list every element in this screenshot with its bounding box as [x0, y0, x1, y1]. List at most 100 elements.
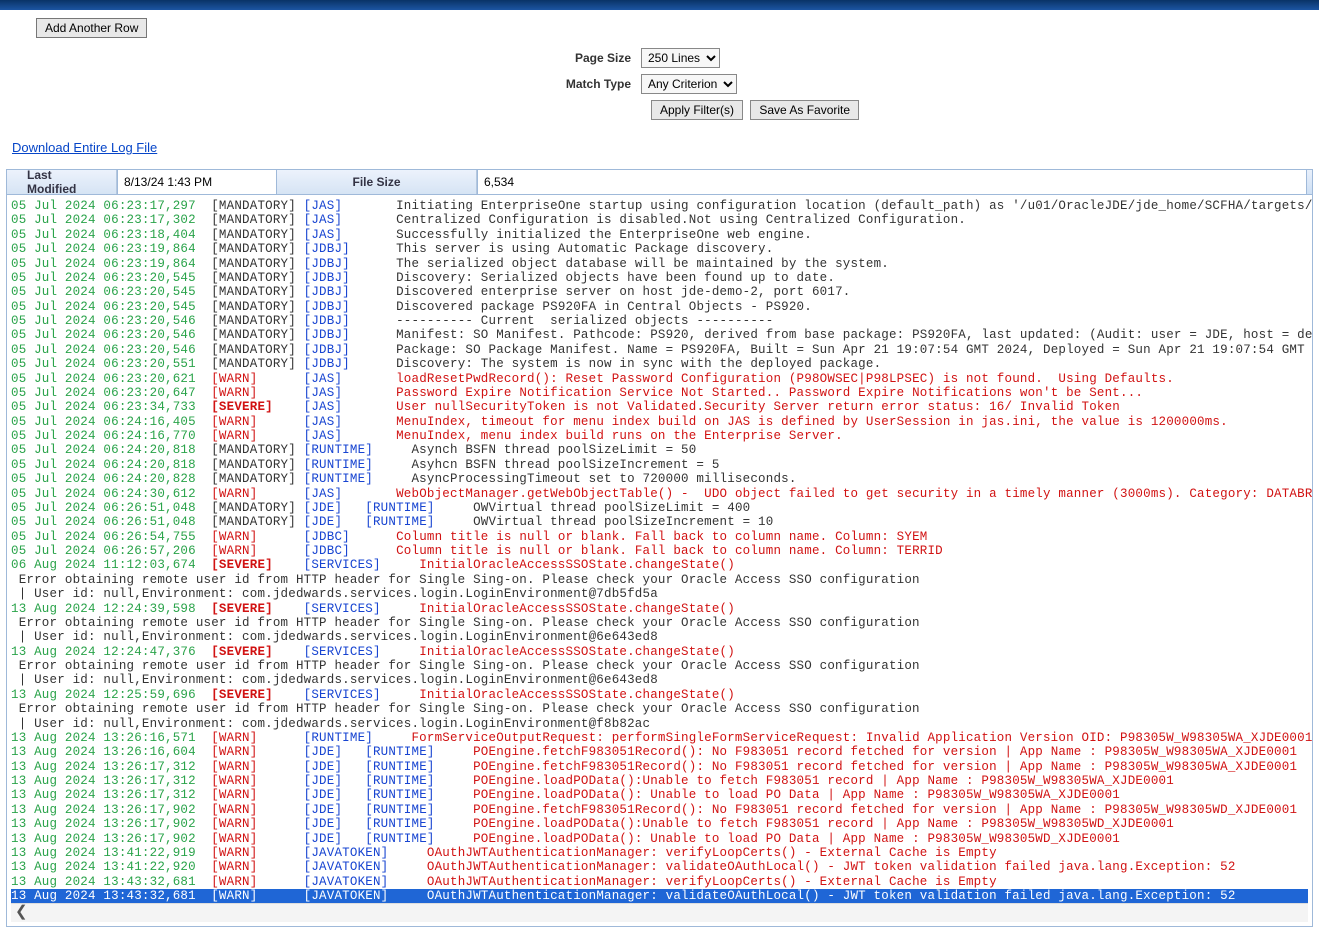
log-line[interactable]: 06 Aug 2024 11:12:03,674 [SEVERE] [SERVI…: [11, 558, 1308, 572]
log-line[interactable]: 13 Aug 2024 12:24:47,376 [SEVERE] [SERVI…: [11, 645, 1308, 659]
log-message: WebObjectManager.getWebObjectTable() - U…: [396, 487, 1313, 501]
log-timestamp: 05 Jul 2024 06:23:17,297: [11, 199, 211, 213]
log-line[interactable]: 05 Jul 2024 06:26:57,206 [WARN] [JDBC] C…: [11, 544, 1308, 558]
match-type-select[interactable]: Any CriterionAll Criteria: [641, 74, 737, 94]
log-line[interactable]: 05 Jul 2024 06:23:34,733 [SEVERE] [JAS] …: [11, 400, 1308, 414]
log-line[interactable]: 13 Aug 2024 12:25:59,696 [SEVERE] [SERVI…: [11, 688, 1308, 702]
log-timestamp: 05 Jul 2024 06:24:16,405: [11, 415, 211, 429]
log-line[interactable]: 05 Jul 2024 06:23:20,647 [WARN] [JAS] Pa…: [11, 386, 1308, 400]
log-level: [WARN]: [211, 530, 303, 544]
log-timestamp: 13 Aug 2024 13:26:16,571: [11, 731, 211, 745]
log-line[interactable]: 13 Aug 2024 13:43:32,681 [WARN] [JAVATOK…: [11, 889, 1308, 903]
log-line[interactable]: 13 Aug 2024 13:41:22,920 [WARN] [JAVATOK…: [11, 860, 1308, 874]
log-line[interactable]: 13 Aug 2024 13:26:17,902 [WARN] [JDE] [R…: [11, 832, 1308, 846]
log-message: The serialized object database will be m…: [396, 257, 889, 271]
log-viewer[interactable]: 05 Jul 2024 06:23:17,297 [MANDATORY] [JA…: [6, 195, 1313, 927]
log-line[interactable]: 13 Aug 2024 13:26:17,902 [WARN] [JDE] [R…: [11, 817, 1308, 831]
main-content: Add Another Row Page Size 50 Lines100 Li…: [0, 10, 1319, 933]
log-line-continuation: | User id: null,Environment: com.jdedwar…: [11, 673, 1308, 687]
log-line[interactable]: 05 Jul 2024 06:23:20,545 [MANDATORY] [JD…: [11, 300, 1308, 314]
save-as-favorite-button[interactable]: Save As Favorite: [750, 100, 859, 120]
log-line[interactable]: 05 Jul 2024 06:24:30,612 [WARN] [JAS] We…: [11, 487, 1308, 501]
log-line[interactable]: 13 Aug 2024 13:26:17,312 [WARN] [JDE] [R…: [11, 788, 1308, 802]
log-timestamp: 05 Jul 2024 06:23:18,404: [11, 228, 211, 242]
log-timestamp: 13 Aug 2024 13:43:32,681: [11, 889, 211, 903]
log-level: [MANDATORY]: [211, 242, 303, 256]
log-message: InitialOracleAccessSSOState.changeState(…: [419, 602, 735, 616]
log-line[interactable]: 05 Jul 2024 06:23:20,621 [WARN] [JAS] lo…: [11, 372, 1308, 386]
log-line[interactable]: 05 Jul 2024 06:23:20,546 [MANDATORY] [JD…: [11, 343, 1308, 357]
log-line-continuation: Error obtaining remote user id from HTTP…: [11, 702, 1308, 716]
log-line[interactable]: 05 Jul 2024 06:24:16,405 [WARN] [JAS] Me…: [11, 415, 1308, 429]
log-line[interactable]: 05 Jul 2024 06:23:19,864 [MANDATORY] [JD…: [11, 257, 1308, 271]
scroll-left-icon[interactable]: ❮: [11, 903, 1308, 921]
log-line[interactable]: 13 Aug 2024 13:26:16,604 [WARN] [JDE] [R…: [11, 745, 1308, 759]
log-module: [JAVATOKEN]: [304, 846, 396, 860]
log-line[interactable]: 05 Jul 2024 06:23:17,302 [MANDATORY] [JA…: [11, 213, 1308, 227]
log-level: [SEVERE]: [211, 400, 303, 414]
log-line[interactable]: 13 Aug 2024 13:41:22,919 [WARN] [JAVATOK…: [11, 846, 1308, 860]
log-line[interactable]: 13 Aug 2024 13:26:17,902 [WARN] [JDE] [R…: [11, 803, 1308, 817]
log-level: [WARN]: [211, 832, 303, 846]
page-size-select[interactable]: 50 Lines100 Lines250 Lines500 Lines: [641, 48, 720, 68]
log-line[interactable]: 05 Jul 2024 06:26:51,048 [MANDATORY] [JD…: [11, 515, 1308, 529]
log-line[interactable]: 05 Jul 2024 06:23:20,546 [MANDATORY] [JD…: [11, 328, 1308, 342]
log-timestamp: 05 Jul 2024 06:23:20,545: [11, 300, 211, 314]
log-line-continuation: | User id: null,Environment: com.jdedwar…: [11, 630, 1308, 644]
log-line[interactable]: 05 Jul 2024 06:23:20,545 [MANDATORY] [JD…: [11, 271, 1308, 285]
log-line[interactable]: 05 Jul 2024 06:23:20,546 [MANDATORY] [JD…: [11, 314, 1308, 328]
log-level: [WARN]: [211, 788, 303, 802]
log-module: [RUNTIME]: [365, 803, 442, 817]
log-timestamp: 05 Jul 2024 06:24:20,828: [11, 472, 211, 486]
file-size-value[interactable]: [477, 170, 1307, 194]
log-line[interactable]: 05 Jul 2024 06:23:17,297 [MANDATORY] [JA…: [11, 199, 1308, 213]
log-module: [JAS]: [304, 487, 366, 501]
log-message: MenuIndex, menu index build runs on the …: [396, 429, 843, 443]
log-level: [WARN]: [211, 889, 303, 903]
log-timestamp: 13 Aug 2024 13:43:32,681: [11, 875, 211, 889]
log-line[interactable]: 05 Jul 2024 06:24:20,818 [MANDATORY] [RU…: [11, 443, 1308, 457]
log-message: Initiating EnterpriseOne startup using c…: [396, 199, 1313, 213]
log-level: [WARN]: [211, 544, 303, 558]
log-line[interactable]: 13 Aug 2024 13:43:32,681 [WARN] [JAVATOK…: [11, 875, 1308, 889]
log-message: POEngine.loadPOData(): Unable to load PO…: [473, 788, 1120, 802]
log-module: [JDE]: [304, 745, 366, 759]
log-level: [MANDATORY]: [211, 199, 303, 213]
log-level: [WARN]: [211, 846, 303, 860]
log-module: [SERVICES]: [304, 602, 389, 616]
log-line[interactable]: 05 Jul 2024 06:23:20,551 [MANDATORY] [JD…: [11, 357, 1308, 371]
log-line[interactable]: 05 Jul 2024 06:24:20,828 [MANDATORY] [RU…: [11, 472, 1308, 486]
log-level: [MANDATORY]: [211, 213, 303, 227]
log-line[interactable]: 05 Jul 2024 06:26:54,755 [WARN] [JDBC] C…: [11, 530, 1308, 544]
log-timestamp: 05 Jul 2024 06:23:19,864: [11, 242, 211, 256]
log-line[interactable]: 05 Jul 2024 06:26:51,048 [MANDATORY] [JD…: [11, 501, 1308, 515]
log-level: [WARN]: [211, 803, 303, 817]
log-line[interactable]: 13 Aug 2024 12:24:39,598 [SEVERE] [SERVI…: [11, 602, 1308, 616]
log-level: [WARN]: [211, 875, 303, 889]
apply-filters-button[interactable]: Apply Filter(s): [651, 100, 743, 120]
log-level: [WARN]: [211, 386, 303, 400]
log-message: Package: SO Package Manifest. Name = PS9…: [396, 343, 1313, 357]
log-line[interactable]: 05 Jul 2024 06:23:18,404 [MANDATORY] [JA…: [11, 228, 1308, 242]
log-module: [JAS]: [304, 199, 366, 213]
log-level: [MANDATORY]: [211, 458, 303, 472]
log-level: [WARN]: [211, 429, 303, 443]
log-level: [MANDATORY]: [211, 300, 303, 314]
log-level: [MANDATORY]: [211, 328, 303, 342]
log-message: Column title is null or blank. Fall back…: [396, 544, 943, 558]
log-message: POEngine.fetchF983051Record(): No F98305…: [473, 803, 1297, 817]
log-line[interactable]: 13 Aug 2024 13:26:17,312 [WARN] [JDE] [R…: [11, 760, 1308, 774]
download-log-link[interactable]: Download Entire Log File: [12, 140, 157, 155]
last-modified-value[interactable]: [117, 170, 277, 194]
log-message: OAuthJWTAuthenticationManager: verifyLoo…: [427, 846, 997, 860]
log-line[interactable]: 13 Aug 2024 13:26:16,571 [WARN] [RUNTIME…: [11, 731, 1308, 745]
log-line[interactable]: 05 Jul 2024 06:23:19,864 [MANDATORY] [JD…: [11, 242, 1308, 256]
log-line[interactable]: 05 Jul 2024 06:23:20,545 [MANDATORY] [JD…: [11, 285, 1308, 299]
log-timestamp: 05 Jul 2024 06:24:20,818: [11, 458, 211, 472]
log-line[interactable]: 05 Jul 2024 06:24:16,770 [WARN] [JAS] Me…: [11, 429, 1308, 443]
log-line[interactable]: 05 Jul 2024 06:24:20,818 [MANDATORY] [RU…: [11, 458, 1308, 472]
add-another-row-button[interactable]: Add Another Row: [36, 18, 147, 38]
log-module: [JDE]: [304, 832, 366, 846]
log-line[interactable]: 13 Aug 2024 13:26:17,312 [WARN] [JDE] [R…: [11, 774, 1308, 788]
log-line-continuation: | User id: null,Environment: com.jdedwar…: [11, 587, 1308, 601]
